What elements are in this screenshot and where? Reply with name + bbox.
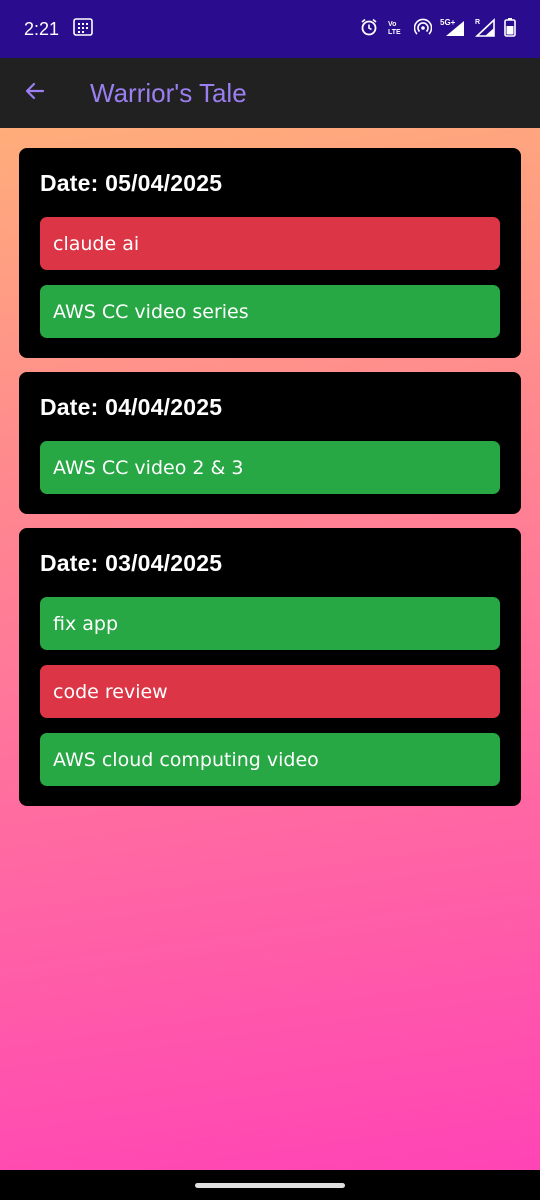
task-item[interactable]: claude ai — [40, 217, 500, 270]
date-card: Date: 04/04/2025 AWS CC video 2 & 3 — [19, 372, 521, 514]
calendar-grid-icon — [73, 18, 93, 40]
card-date: Date: 05/04/2025 — [40, 170, 223, 196]
task-item[interactable]: AWS cloud computing video — [40, 733, 500, 786]
arrow-left-icon — [23, 79, 47, 107]
date-card: Date: 03/04/2025 fix app code review AWS… — [19, 528, 521, 806]
svg-text:LTE: LTE — [388, 29, 401, 36]
svg-text:5G+: 5G+ — [440, 18, 456, 27]
card-date: Date: 04/04/2025 — [40, 394, 223, 420]
task-list[interactable]: Date: 05/04/2025 claude ai AWS CC video … — [0, 128, 540, 1170]
status-bar: 2:21 Vo LTE 5G+ R — [0, 0, 540, 58]
status-time: 2:21 — [24, 18, 60, 39]
alarm-icon — [360, 18, 378, 40]
signal-r-icon: R — [474, 17, 496, 41]
hotspot-icon — [413, 18, 433, 40]
card-date: Date: 03/04/2025 — [40, 550, 223, 576]
svg-text:R: R — [475, 19, 480, 26]
task-item[interactable]: AWS CC video series — [40, 285, 500, 338]
back-button[interactable] — [0, 58, 70, 128]
page-title: Warrior's Tale — [90, 77, 247, 108]
battery-icon — [504, 17, 516, 41]
task-item[interactable]: fix app — [40, 597, 500, 650]
task-item[interactable]: code review — [40, 665, 500, 718]
home-indicator[interactable] — [195, 1182, 345, 1188]
app-bar: Warrior's Tale — [0, 58, 540, 128]
navigation-bar — [0, 1170, 540, 1200]
signal-5g-icon: 5G+ — [440, 17, 466, 41]
date-card: Date: 05/04/2025 claude ai AWS CC video … — [19, 148, 521, 358]
volte-icon: Vo LTE — [386, 18, 406, 40]
task-item[interactable]: AWS CC video 2 & 3 — [40, 441, 500, 494]
svg-text:Vo: Vo — [388, 21, 396, 28]
